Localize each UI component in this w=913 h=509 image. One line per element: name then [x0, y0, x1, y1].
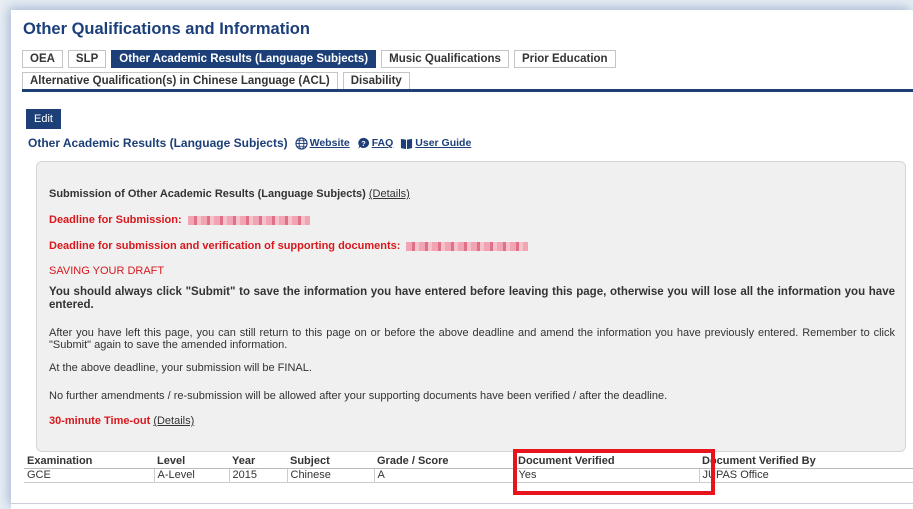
column-header-examination: Examination	[24, 455, 154, 469]
tab-prior-education[interactable]: Prior Education	[513, 50, 616, 68]
tab-bar: OEA SLP Other Academic Results (Language…	[22, 50, 913, 90]
cell-subject: Chinese	[287, 468, 375, 483]
column-header-document-verified-by: Document Verified By	[699, 455, 913, 469]
final-submission-text: At the above deadline, your submission w…	[49, 362, 312, 374]
section-heading: Other Academic Results (Language Subject…	[28, 136, 471, 150]
edit-button[interactable]: Edit	[26, 109, 61, 129]
globe-icon	[294, 136, 308, 150]
docs-deadline-label: Deadline for submission and verification…	[49, 240, 401, 252]
tab-other-academic-results[interactable]: Other Academic Results (Language Subject…	[111, 50, 377, 68]
application-frame: Other Qualifications and Information OEA…	[11, 10, 913, 509]
tab-alternative-qualification-acl[interactable]: Alternative Qualification(s) in Chinese …	[22, 72, 338, 90]
cell-year: 2015	[229, 468, 288, 483]
column-header-level: Level	[154, 455, 229, 469]
tab-disability[interactable]: Disability	[342, 72, 410, 90]
redacted-docs-deadline-date	[406, 241, 529, 251]
svg-text:?: ?	[361, 138, 366, 147]
website-link-label: Website	[309, 137, 350, 149]
no-further-amendments-text: No further amendments / re-submission wi…	[49, 390, 668, 402]
bottom-divider	[11, 503, 913, 504]
tab-music-qualifications[interactable]: Music Qualifications	[381, 50, 509, 68]
website-link[interactable]: Website	[294, 136, 350, 150]
column-header-grade-score: Grade / Score	[374, 455, 515, 469]
document-verified-highlight-box	[513, 449, 715, 495]
faq-link-label: FAQ	[371, 137, 394, 149]
user-guide-link-label: User Guide	[415, 137, 472, 149]
tab-slp[interactable]: SLP	[67, 50, 107, 68]
page-title: Other Qualifications and Information	[23, 20, 310, 38]
deadline-line: Deadline for Submission:	[49, 214, 310, 226]
tab-oea[interactable]: OEA	[22, 50, 63, 68]
docs-deadline-line: Deadline for submission and verification…	[49, 240, 529, 252]
results-table: Examination Level Year Subject Grade / S…	[24, 455, 913, 483]
saving-draft-heading: SAVING YOUR DRAFT	[49, 265, 165, 277]
submission-notice-panel: Submission of Other Academic Results (La…	[36, 161, 906, 452]
section-title: Other Academic Results (Language Subject…	[28, 136, 288, 150]
cell-document-verified-by: JUPAS Office	[699, 468, 913, 483]
faq-link[interactable]: ? FAQ	[357, 137, 394, 150]
table-header-row: Examination Level Year Subject Grade / S…	[24, 455, 913, 469]
tab-divider	[22, 89, 913, 92]
amendment-info-text: After you have left this page, you can s…	[49, 327, 895, 351]
timeout-details-link[interactable]: (Details)	[153, 415, 194, 427]
column-header-subject: Subject	[287, 455, 374, 469]
table-row: GCE A-Level 2015 Chinese A Yes JUPAS Off…	[24, 468, 913, 483]
user-guide-link[interactable]: User Guide	[400, 137, 471, 150]
timeout-line: 30-minute Time-out (Details)	[49, 415, 194, 427]
redacted-deadline-date	[187, 215, 310, 225]
timeout-label: 30-minute Time-out	[49, 415, 151, 427]
cell-examination: GCE	[24, 468, 155, 483]
cell-grade-score: A	[374, 468, 516, 483]
cell-level: A-Level	[154, 468, 230, 483]
column-header-year: Year	[229, 455, 287, 469]
submission-text: Submission of Other Academic Results (La…	[49, 188, 366, 200]
book-icon	[401, 138, 413, 149]
help-bubble-icon: ?	[357, 137, 369, 149]
deadline-label: Deadline for Submission:	[49, 214, 182, 226]
submission-line: Submission of Other Academic Results (La…	[49, 188, 410, 200]
submit-warning-text: You should always click "Submit" to save…	[49, 286, 895, 311]
submission-details-link[interactable]: (Details)	[369, 188, 410, 200]
